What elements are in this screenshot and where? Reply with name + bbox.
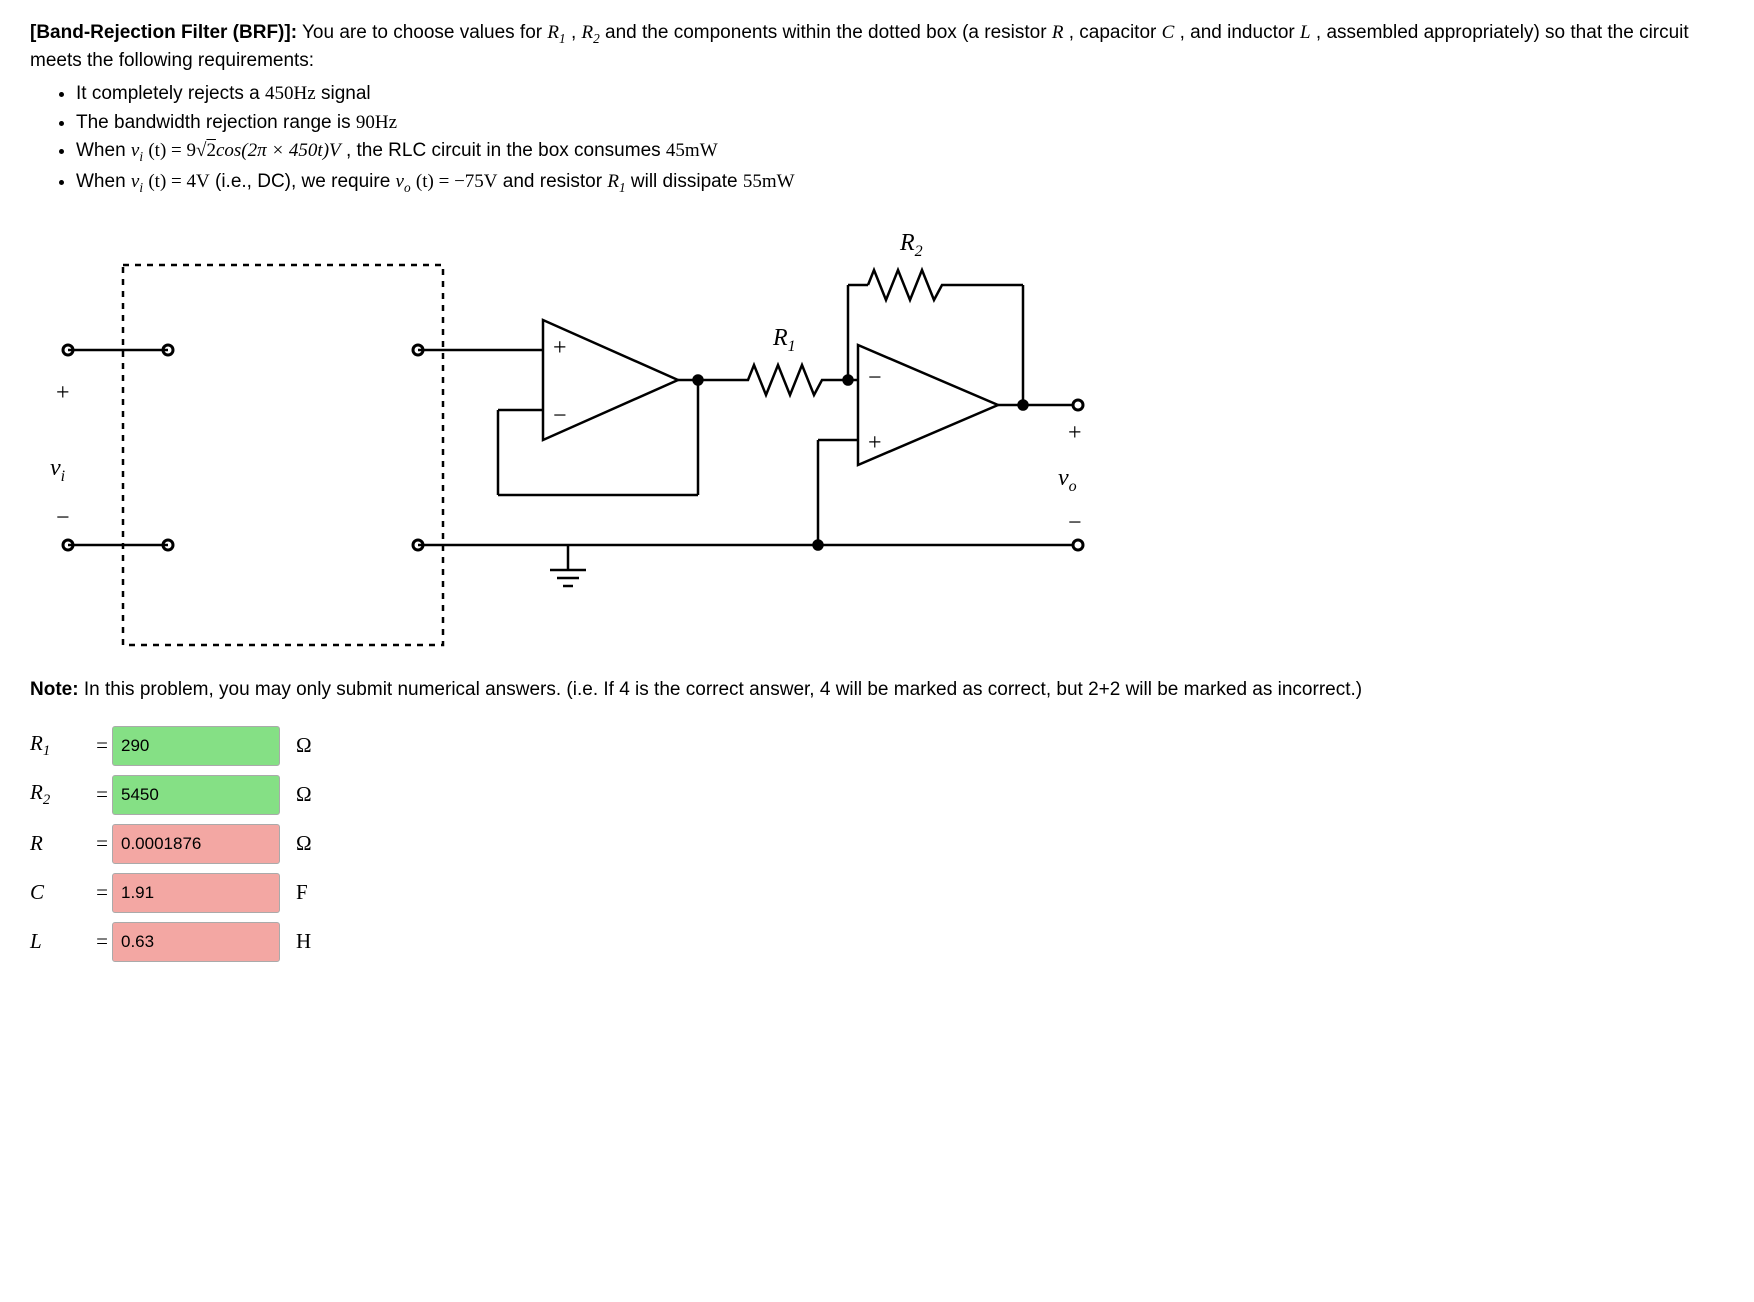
intro-text-1: You are to choose values for [302, 22, 547, 43]
answer-unit-L: H [296, 927, 311, 956]
vo-label: vo [1058, 465, 1077, 495]
answer-label-R: R [30, 829, 92, 858]
answer-unit-R: Ω [296, 829, 312, 858]
opamp1-minus: − [553, 403, 567, 429]
circuit-diagram: + vi − + − R1 − + [38, 225, 1724, 655]
requirements-list: It completely rejects a 450Hz signal The… [30, 81, 1724, 197]
sym-L: L [1300, 22, 1311, 43]
R2-label: R2 [899, 230, 923, 260]
vi-label: vi [50, 455, 65, 485]
sym-C: C [1162, 22, 1175, 43]
intro-text-4: , and inductor [1180, 22, 1300, 43]
sym-R1: R1 [547, 22, 565, 43]
vi-minus-label: − [56, 505, 70, 531]
answer-label-L: L [30, 927, 92, 956]
vi-plus-label: + [56, 380, 70, 406]
answer-row-L: L = H [30, 922, 1724, 962]
bullet-1: It completely rejects a 450Hz signal [76, 81, 1724, 108]
intro-text-2: and the components within the dotted box… [605, 22, 1052, 43]
opamp1-plus: + [553, 335, 567, 361]
answers-block: R1 = Ω R2 = Ω R = Ω C = F L = H [30, 726, 1724, 962]
answer-input-L[interactable] [112, 922, 280, 962]
answer-label-R1: R1 [30, 729, 92, 762]
problem-statement: [Band-Rejection Filter (BRF)]: You are t… [30, 20, 1724, 75]
sym-R: R [1052, 22, 1064, 43]
R1-label: R1 [772, 325, 796, 355]
vo-minus-label: − [1068, 510, 1082, 536]
answer-unit-R1: Ω [296, 731, 312, 760]
answer-input-R1[interactable] [112, 726, 280, 766]
vo-plus-label: + [1068, 420, 1082, 446]
bullet-3: When vi (t) = 9√2cos(2π × 450t)V , the R… [76, 138, 1724, 166]
answer-input-R2[interactable] [112, 775, 280, 815]
note: Note: In this problem, you may only subm… [30, 677, 1724, 704]
answer-row-R: R = Ω [30, 824, 1724, 864]
intro-text-3: , capacitor [1069, 22, 1162, 43]
problem-title: [Band-Rejection Filter (BRF)]: [30, 22, 297, 43]
comma: , [571, 22, 582, 43]
bullet-4: When vi (t) = 4V (i.e., DC), we require … [76, 169, 1724, 197]
answer-label-C: C [30, 878, 92, 907]
answer-unit-R2: Ω [296, 780, 312, 809]
opamp2-plus: + [868, 430, 882, 456]
answer-row-R2: R2 = Ω [30, 775, 1724, 815]
answer-input-R[interactable] [112, 824, 280, 864]
answer-input-C[interactable] [112, 873, 280, 913]
answer-row-C: C = F [30, 873, 1724, 913]
answer-unit-C: F [296, 878, 308, 907]
answer-row-R1: R1 = Ω [30, 726, 1724, 766]
answer-label-R2: R2 [30, 778, 92, 811]
opamp2-minus: − [868, 365, 882, 391]
note-text: In this problem, you may only submit num… [84, 679, 1362, 700]
note-label: Note: [30, 679, 79, 700]
bullet-2: The bandwidth rejection range is 90Hz [76, 110, 1724, 137]
sym-R2: R2 [582, 22, 600, 43]
